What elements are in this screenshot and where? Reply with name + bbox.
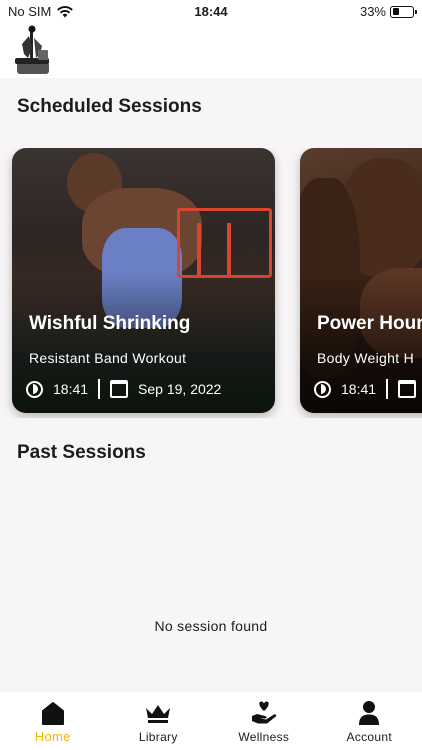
- divider: [98, 379, 101, 399]
- app-header: [0, 22, 422, 78]
- session-date: Sep 19, 2022: [138, 381, 222, 397]
- home-icon: [41, 702, 64, 725]
- battery-level: [392, 8, 399, 15]
- session-subtitle: Body Weight H: [317, 350, 415, 366]
- tab-wellness[interactable]: Wellness: [211, 692, 317, 750]
- tab-label: Home: [34, 729, 71, 744]
- tab-label: Wellness: [238, 730, 290, 744]
- tab-bar: Home Library Wellness Account: [0, 692, 422, 750]
- session-time: 18:41: [53, 381, 89, 397]
- status-time: 18:44: [194, 4, 228, 19]
- session-subtitle: Resistant Band Workout: [29, 350, 187, 366]
- crown-icon: [146, 705, 171, 723]
- tab-library[interactable]: Library: [106, 692, 212, 750]
- tab-label: Library: [138, 730, 178, 744]
- session-title: Power Hour: [317, 313, 422, 334]
- past-sessions-title: Past Sessions: [17, 442, 146, 463]
- status-bar: No SIM 18:44 33%: [0, 0, 422, 22]
- status-right: 33%: [359, 4, 417, 19]
- scheduled-sessions-title: Scheduled Sessions: [17, 96, 202, 117]
- session-title: Wishful Shrinking: [29, 313, 191, 334]
- divider: [386, 379, 389, 399]
- session-meta: 18:41: [314, 379, 422, 399]
- session-meta: 18:41 Sep 19, 2022: [26, 379, 221, 399]
- tab-home[interactable]: Home: [0, 692, 106, 750]
- calendar-icon: [110, 380, 129, 398]
- tab-account[interactable]: Account: [317, 692, 422, 750]
- session-card[interactable]: Wishful Shrinking Resistant Band Workout…: [12, 148, 275, 413]
- empty-state-text: No session found: [154, 618, 268, 634]
- clock-icon: [26, 380, 43, 398]
- clock-icon: [314, 380, 331, 398]
- heart-hand-icon: [251, 701, 276, 724]
- scheduled-carousel[interactable]: Wishful Shrinking Resistant Band Workout…: [0, 148, 422, 418]
- calendar-icon: [398, 380, 417, 398]
- app-logo: [15, 25, 49, 74]
- session-time: 18:41: [341, 381, 377, 397]
- battery-percent: 33%: [359, 4, 386, 19]
- tab-label: Account: [346, 730, 392, 744]
- session-card[interactable]: Power Hour Body Weight H 18:41: [300, 148, 422, 413]
- battery-icon: [390, 5, 417, 18]
- person-icon: [359, 701, 380, 725]
